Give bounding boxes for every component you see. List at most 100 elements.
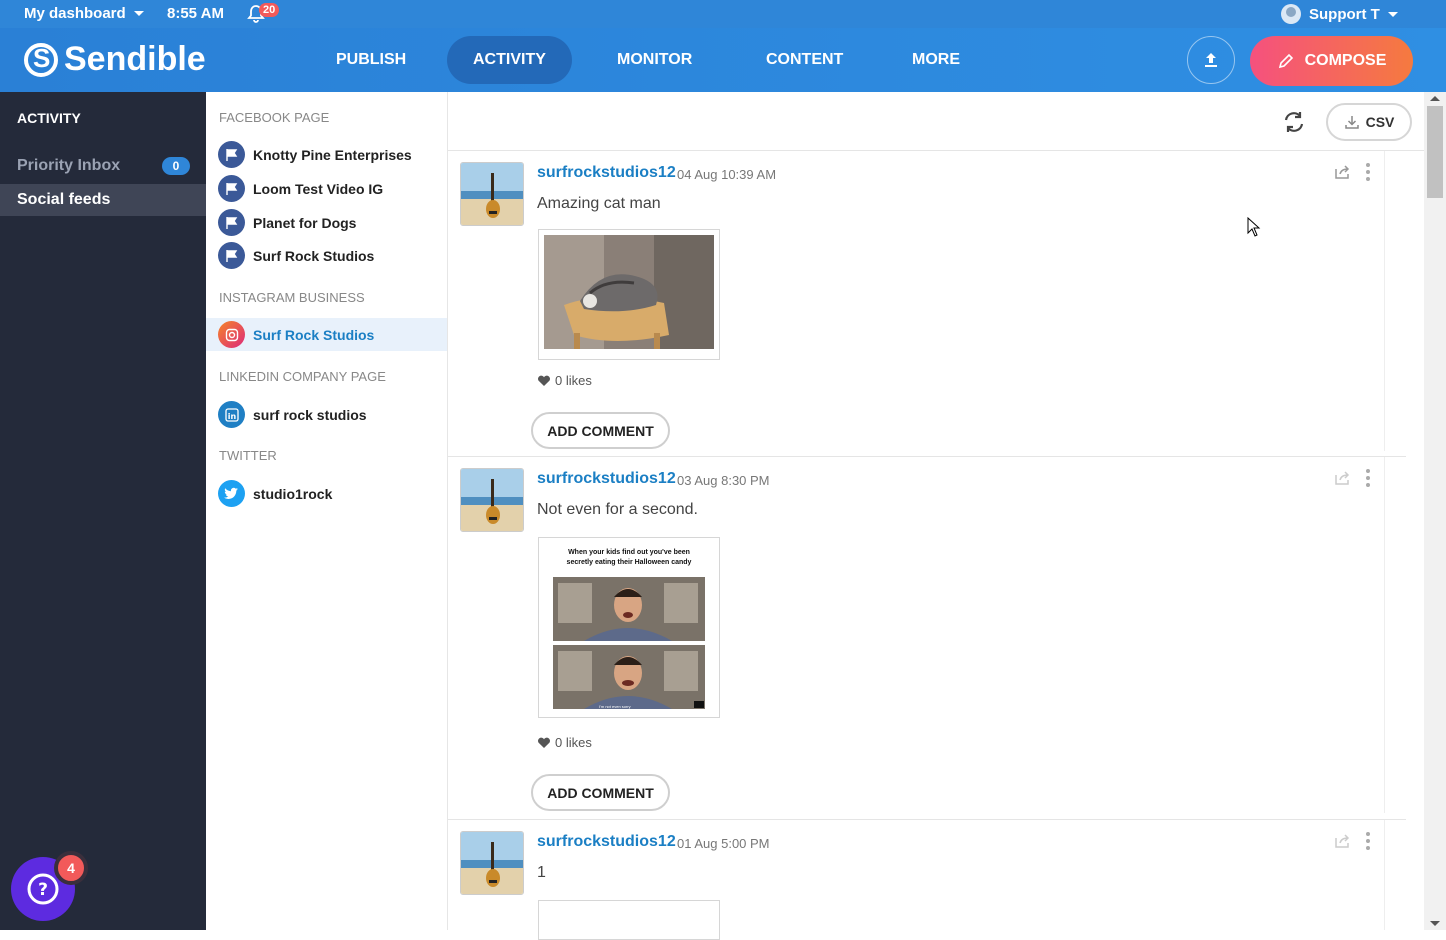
post-date: 01 Aug 5:00 PM	[677, 836, 770, 851]
post-actions	[1334, 163, 1370, 181]
account-item[interactable]: studio1rock	[206, 477, 447, 510]
sidebar-heading: ACTIVITY	[17, 110, 81, 126]
pencil-icon	[1278, 53, 1293, 69]
heart-icon	[538, 375, 550, 386]
sidebar-item-social-feeds[interactable]: Social feeds	[0, 184, 206, 216]
account-name: Planet for Dogs	[253, 214, 357, 231]
help-badge: 4	[54, 851, 88, 885]
post-image[interactable]: When your kids find out you've been secr…	[538, 537, 720, 718]
current-time: 8:55 AM	[167, 5, 224, 22]
account-item[interactable]: Planet for Dogs	[206, 206, 447, 239]
facebook-flag-icon	[218, 141, 245, 168]
account-item-selected[interactable]: Surf Rock Studios	[206, 318, 447, 351]
share-icon[interactable]	[1334, 164, 1352, 180]
user-menu[interactable]: Support T	[1281, 4, 1398, 24]
meme-subtitle: I'm not even sorry	[599, 704, 631, 709]
account-name: surf rock studios	[253, 406, 367, 423]
page-scrollbar[interactable]	[1424, 92, 1446, 930]
svg-text:in: in	[227, 412, 236, 421]
post-avatar[interactable]	[460, 831, 524, 895]
csv-label: CSV	[1365, 114, 1395, 130]
post-divider	[1384, 151, 1385, 451]
post-username[interactable]: surfrockstudios12	[537, 833, 676, 851]
sidebar-item-priority-inbox[interactable]: Priority Inbox 0	[0, 150, 206, 182]
social-feed: CSV surfrockstudios12 04 Aug 10:39 AM Am…	[448, 92, 1424, 940]
post-text: Amazing cat man	[537, 195, 661, 212]
nav-monitor[interactable]: MONITOR	[591, 36, 718, 84]
group-title-linkedin: LINKEDIN COMPANY PAGE	[219, 369, 386, 384]
nav-publish[interactable]: PUBLISH	[310, 36, 432, 84]
account-item[interactable]: Knotty Pine Enterprises	[206, 138, 447, 171]
feed-toolbar: CSV	[448, 92, 1424, 151]
feed-post: surfrockstudios12 01 Aug 5:00 PM 1	[448, 820, 1406, 940]
scroll-thumb[interactable]	[1427, 106, 1443, 198]
account-item[interactable]: Surf Rock Studios	[206, 239, 447, 272]
more-options-icon[interactable]	[1366, 832, 1370, 850]
refresh-icon[interactable]	[1281, 109, 1307, 135]
post-divider	[1384, 820, 1385, 930]
share-icon[interactable]	[1334, 470, 1352, 486]
notification-badge: 20	[259, 3, 280, 17]
svg-text:?: ?	[38, 880, 48, 900]
post-date: 03 Aug 8:30 PM	[677, 473, 770, 488]
likes-label: 0 likes	[555, 735, 592, 750]
account-name: Loom Test Video IG	[253, 180, 384, 197]
sidebar-item-label: Priority Inbox	[17, 157, 121, 174]
likes-label: 0 likes	[555, 373, 592, 388]
user-name: Support T	[1309, 5, 1380, 23]
main-nav: Sendible PUBLISH ACTIVITY MONITOR CONTEN…	[0, 28, 1446, 92]
my-dashboard-menu[interactable]: My dashboard	[24, 5, 144, 22]
question-icon: ?	[27, 873, 59, 905]
meme-caption: When your kids find out you've been secr…	[566, 549, 692, 566]
scroll-up-arrow-icon[interactable]	[1430, 96, 1440, 101]
more-options-icon[interactable]	[1366, 469, 1370, 487]
likes-count: 0 likes	[537, 373, 592, 388]
post-avatar[interactable]	[460, 162, 524, 226]
account-name: Surf Rock Studios	[253, 247, 375, 264]
upload-icon	[1205, 53, 1217, 67]
instagram-icon	[218, 321, 245, 348]
group-title-facebook: FACEBOOK PAGE	[219, 110, 330, 125]
post-actions	[1334, 832, 1370, 850]
share-icon[interactable]	[1334, 833, 1352, 849]
chevron-down-icon	[1387, 11, 1398, 17]
likes-count: 0 likes	[537, 735, 592, 750]
chevron-down-icon	[133, 11, 144, 16]
nav-more[interactable]: MORE	[886, 36, 986, 84]
account-item[interactable]: Loom Test Video IG	[206, 172, 447, 205]
more-options-icon[interactable]	[1366, 163, 1370, 181]
add-comment-button[interactable]: ADD COMMENT	[531, 774, 670, 811]
facebook-flag-icon	[218, 175, 245, 202]
twitter-bird-icon	[218, 480, 245, 507]
nav-activity[interactable]: ACTIVITY	[447, 36, 572, 84]
upload-button[interactable]	[1187, 36, 1235, 84]
top-bar: My dashboard 8:55 AM 20 Support T	[0, 0, 1446, 28]
brand-name: Sendible	[64, 40, 206, 78]
post-image[interactable]	[538, 900, 720, 940]
post-username[interactable]: surfrockstudios12	[537, 164, 676, 182]
account-name: Surf Rock Studios	[253, 326, 375, 343]
account-name: Knotty Pine Enterprises	[253, 146, 412, 163]
account-item[interactable]: in surf rock studios	[206, 398, 447, 431]
sendible-logo[interactable]: Sendible	[24, 40, 206, 79]
post-username[interactable]: surfrockstudios12	[537, 470, 676, 488]
dashboard-label: My dashboard	[24, 5, 126, 22]
post-divider	[1384, 457, 1385, 813]
activity-sidebar: ACTIVITY Priority Inbox 0 Social feeds	[0, 92, 206, 930]
nav-content[interactable]: CONTENT	[740, 36, 869, 84]
post-image[interactable]	[538, 229, 720, 360]
heart-icon	[538, 737, 550, 748]
add-comment-button[interactable]: ADD COMMENT	[531, 412, 670, 449]
priority-inbox-count-badge: 0	[162, 157, 190, 175]
compose-button[interactable]: COMPOSE	[1250, 36, 1413, 86]
post-actions	[1334, 469, 1370, 487]
group-title-instagram: INSTAGRAM BUSINESS	[219, 290, 365, 305]
post-avatar[interactable]	[460, 468, 524, 532]
accounts-list: FACEBOOK PAGE Knotty Pine Enterprises Lo…	[206, 92, 448, 930]
csv-export-button[interactable]: CSV	[1326, 103, 1412, 141]
facebook-flag-icon	[218, 242, 245, 269]
scroll-down-arrow-icon[interactable]	[1430, 921, 1440, 926]
feed-post: surfrockstudios12 04 Aug 10:39 AM Amazin…	[448, 151, 1406, 457]
post-text: Not even for a second.	[537, 501, 698, 518]
post-text: 1	[537, 864, 546, 881]
